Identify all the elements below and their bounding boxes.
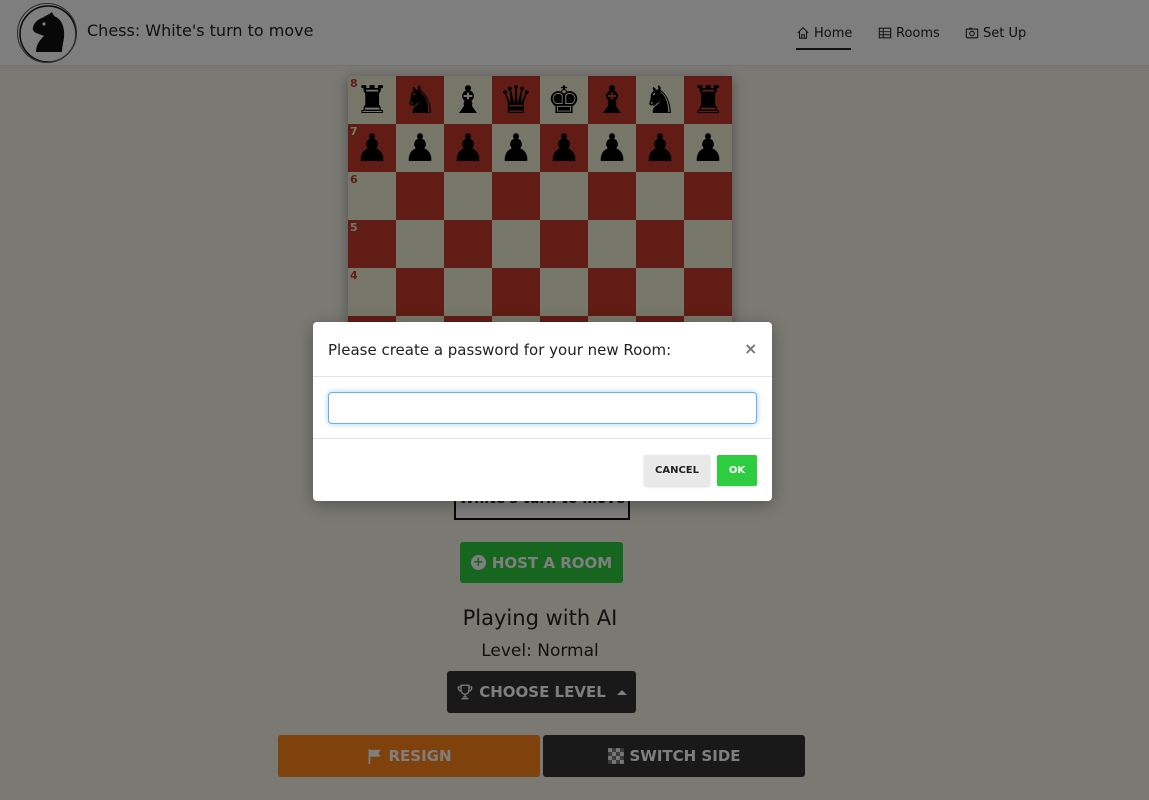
room-password-input[interactable] (328, 392, 757, 424)
modal-body (313, 377, 772, 439)
cancel-button[interactable]: CANCEL (644, 455, 710, 486)
modal-header: Please create a password for your new Ro… (313, 322, 772, 377)
ok-button[interactable]: OK (717, 455, 757, 486)
close-icon[interactable]: × (744, 339, 757, 358)
modal-title: Please create a password for your new Ro… (328, 341, 672, 359)
password-modal: Please create a password for your new Ro… (313, 322, 772, 501)
